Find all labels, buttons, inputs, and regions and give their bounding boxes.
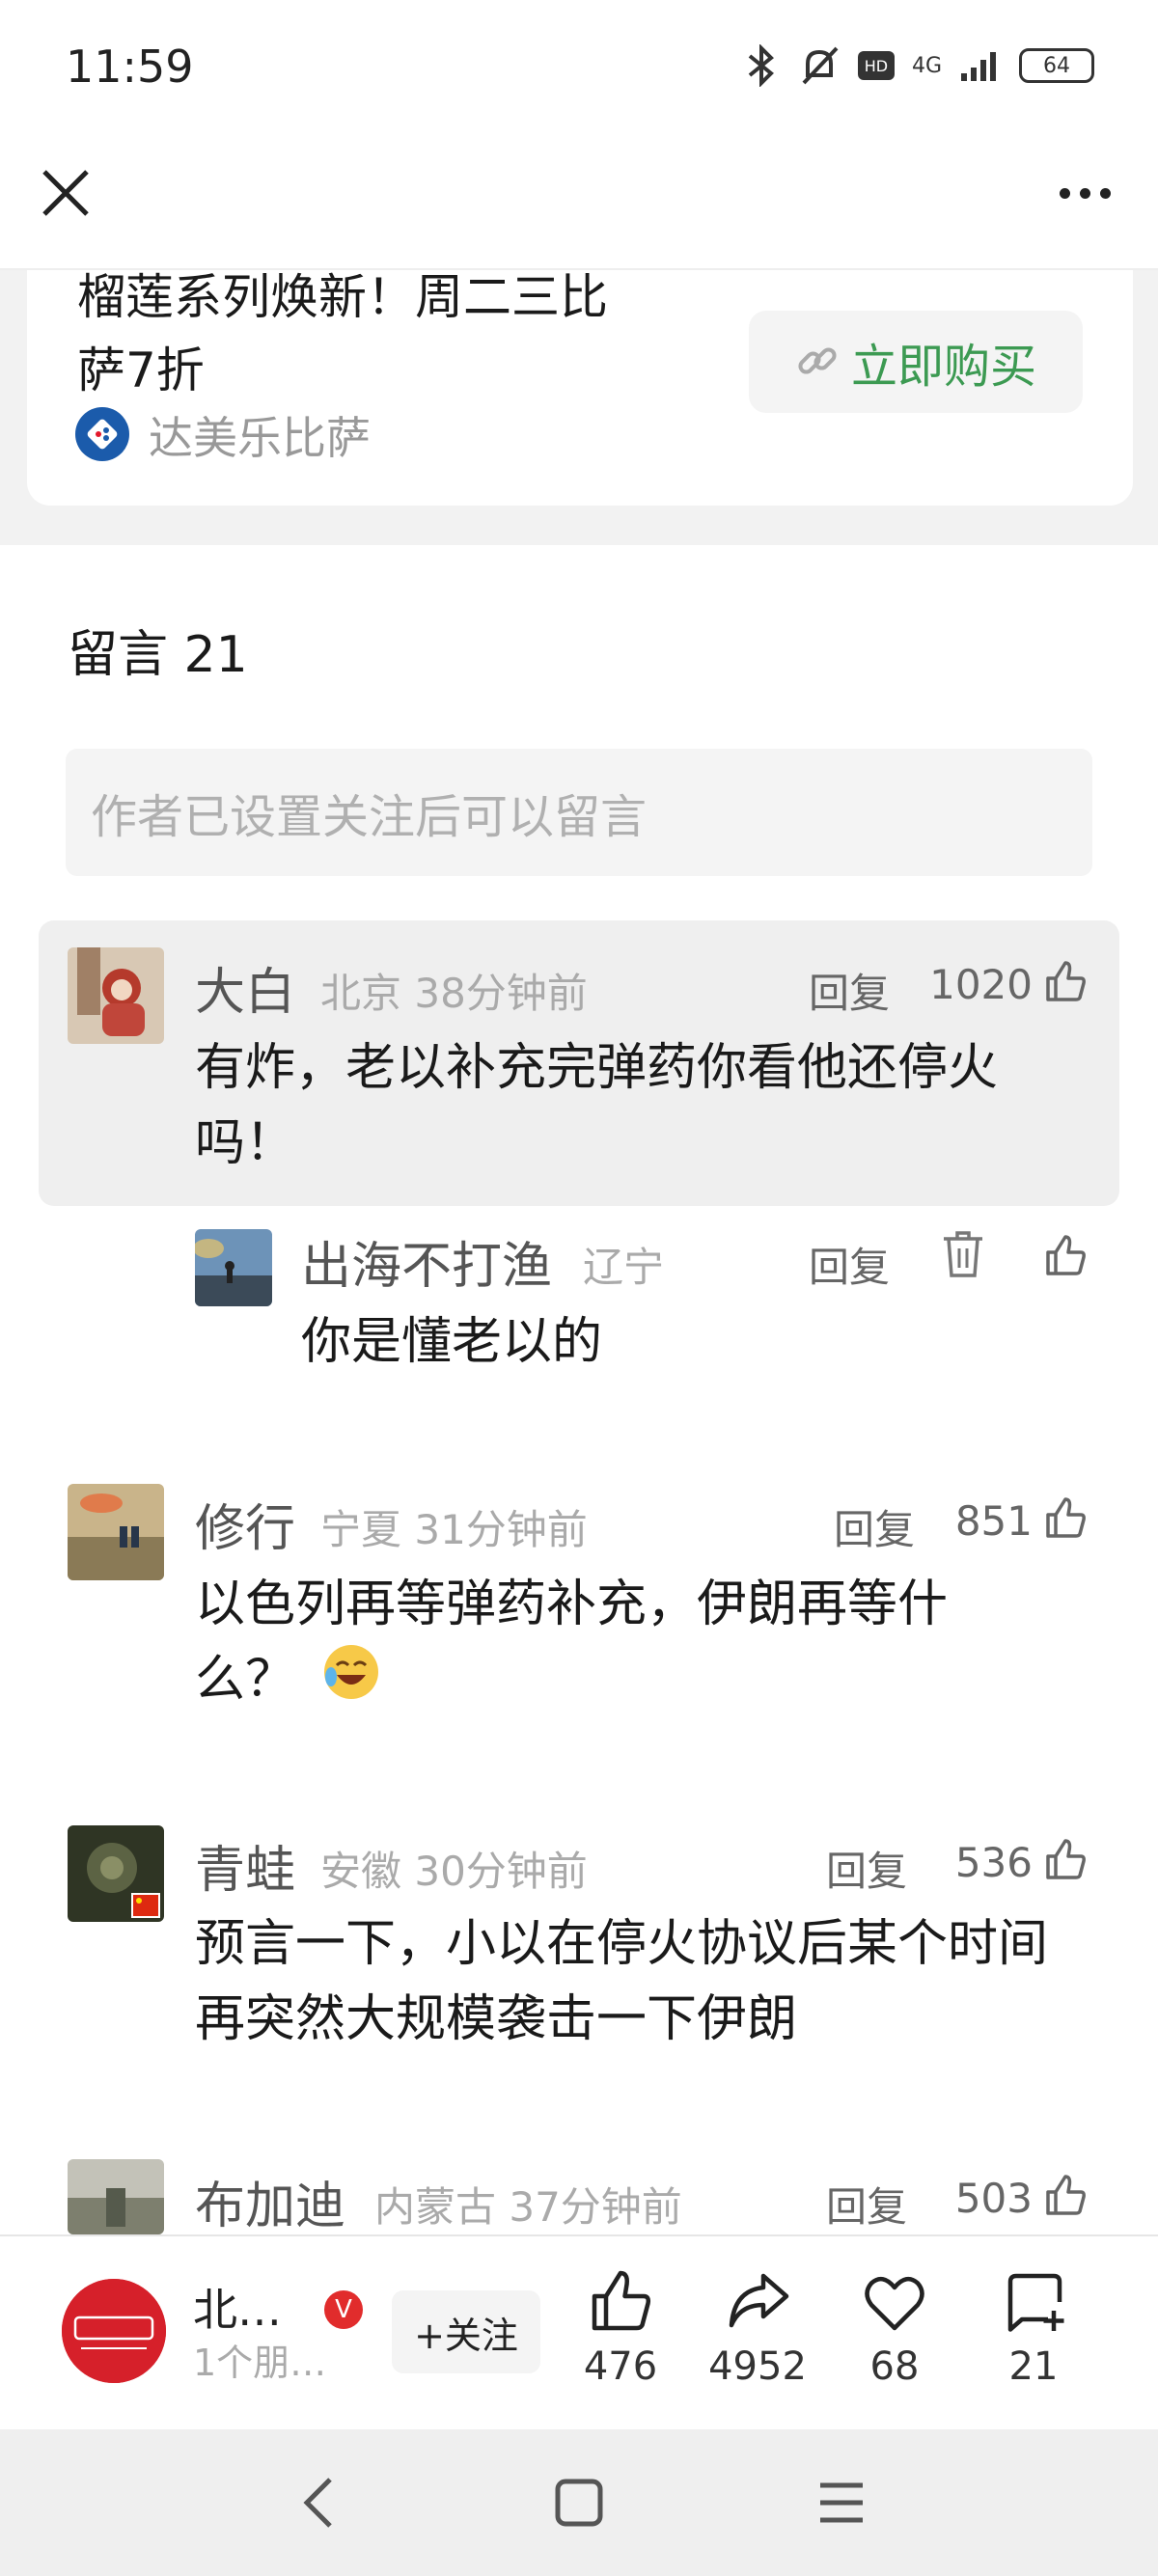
avatar[interactable] xyxy=(195,1229,272,1306)
buy-now-button[interactable]: 立即购买 xyxy=(749,311,1083,413)
share-button[interactable]: 4952 xyxy=(695,2267,820,2389)
hd-icon: HD xyxy=(857,51,895,80)
comment-text-content: 以色列再等弹药补充，伊朗再等什么？ xyxy=(195,1576,949,1709)
comment-meta: 内蒙古 37分钟前 xyxy=(374,2183,682,2231)
comment-meta: 宁夏 31分钟前 xyxy=(320,1506,588,1553)
thumb-up-icon[interactable] xyxy=(1042,959,1089,1005)
comment-count: 21 xyxy=(1008,2344,1059,2389)
ad-brand[interactable]: 达美乐比萨 xyxy=(149,403,371,467)
comment-meta: 安徽 30分钟前 xyxy=(320,1848,588,1895)
publisher-name[interactable]: 北… xyxy=(193,2275,282,2339)
commenter-name[interactable]: 青蛙 xyxy=(195,1829,295,1902)
laughing-crying-emoji-icon xyxy=(321,1642,381,1723)
brand-logo-icon xyxy=(75,407,129,461)
share-icon xyxy=(729,2273,789,2328)
reply-button[interactable]: 回复 xyxy=(826,2175,907,2233)
back-icon[interactable] xyxy=(293,2472,347,2534)
comment-text: 预言一下，小以在停火协议后某个时间再突然大规模袭击一下伊朗 xyxy=(195,1915,1049,2048)
comment-meta: 辽宁 xyxy=(583,1244,665,1291)
avatar[interactable] xyxy=(68,1825,164,1922)
status-icons: HD 4G 64 xyxy=(742,44,1094,87)
dot xyxy=(1099,187,1111,199)
like-button[interactable]: 476 xyxy=(558,2267,683,2389)
more-options-button[interactable] xyxy=(1046,174,1123,212)
reply-button[interactable]: 回复 xyxy=(834,1497,915,1556)
comment-input[interactable]: 作者已设置关注后可以留言 xyxy=(66,749,1092,876)
publisher-logo[interactable] xyxy=(62,2279,166,2383)
commenter-name[interactable]: 布加迪 xyxy=(195,2165,345,2237)
dot xyxy=(1079,187,1090,199)
like-count: 1020 xyxy=(929,961,1033,1008)
like-count: 503 xyxy=(954,2175,1033,2222)
close-button[interactable] xyxy=(35,162,96,224)
reply-button[interactable]: 回复 xyxy=(809,961,890,1020)
comment-text: 有炸，老以补充完弹药你看他还停火吗！ xyxy=(195,1039,999,1172)
avatar[interactable] xyxy=(68,2159,164,2234)
favorite-button[interactable]: 68 xyxy=(832,2267,957,2389)
share-count: 4952 xyxy=(708,2344,807,2389)
like-count: 536 xyxy=(954,1839,1033,1886)
ad-title-line: 萨7折 xyxy=(77,343,205,398)
comment-text: 以色列再等弹药补充，伊朗再等什么？ xyxy=(195,1567,1025,1723)
divider xyxy=(0,2234,1158,2236)
home-icon[interactable] xyxy=(552,2476,606,2530)
verified-badge-icon: V xyxy=(324,2290,363,2329)
like-count: 476 xyxy=(583,2344,658,2389)
comment-add-icon xyxy=(1007,2273,1064,2332)
reply-button[interactable]: 回复 xyxy=(826,1839,907,1898)
comment-meta: 北京 38分钟前 xyxy=(320,970,588,1017)
link-icon xyxy=(798,347,837,374)
favorite-count: 68 xyxy=(869,2344,920,2389)
thumb-up-icon[interactable] xyxy=(1042,1837,1089,1883)
buy-now-label: 立即购买 xyxy=(850,340,1036,394)
avatar[interactable] xyxy=(68,947,164,1044)
follow-button[interactable]: +关注 xyxy=(392,2290,540,2373)
close-icon xyxy=(42,170,89,216)
battery-icon: 64 xyxy=(1019,48,1094,83)
publisher-subtitle: 1个朋… xyxy=(193,2342,327,2384)
delete-icon[interactable] xyxy=(940,1229,986,1279)
thumb-up-icon[interactable] xyxy=(1042,2173,1089,2219)
thumb-up-icon[interactable] xyxy=(1042,1233,1089,1279)
ad-title-line: 榴莲系列焕新！周二三比 xyxy=(77,269,608,325)
like-count: 851 xyxy=(954,1497,1033,1545)
bell-muted-icon xyxy=(802,46,839,85)
avatar[interactable] xyxy=(68,1484,164,1580)
signal-icon xyxy=(961,52,996,81)
reply-button[interactable]: 回复 xyxy=(809,1235,890,1294)
comment-button[interactable]: 21 xyxy=(971,2267,1096,2389)
comment-text: 你是懂老以的 xyxy=(301,1313,603,1371)
commenter-name[interactable]: 出海不打渔 xyxy=(301,1225,552,1298)
thumb-up-icon[interactable] xyxy=(1042,1495,1089,1542)
dot xyxy=(1059,187,1070,199)
thumb-up-icon xyxy=(592,2270,651,2331)
comments-title: 留言 21 xyxy=(68,626,248,684)
bluetooth-icon xyxy=(748,44,774,87)
heart-icon xyxy=(865,2276,924,2331)
status-time: 11:59 xyxy=(66,41,194,93)
commenter-name[interactable]: 大白 xyxy=(195,951,295,1024)
menu-icon[interactable] xyxy=(814,2476,868,2530)
ad-title[interactable]: 榴莲系列焕新！周二三比 萨7折 xyxy=(77,260,695,407)
commenter-name[interactable]: 修行 xyxy=(195,1488,295,1560)
network-label: 4G xyxy=(911,53,942,78)
